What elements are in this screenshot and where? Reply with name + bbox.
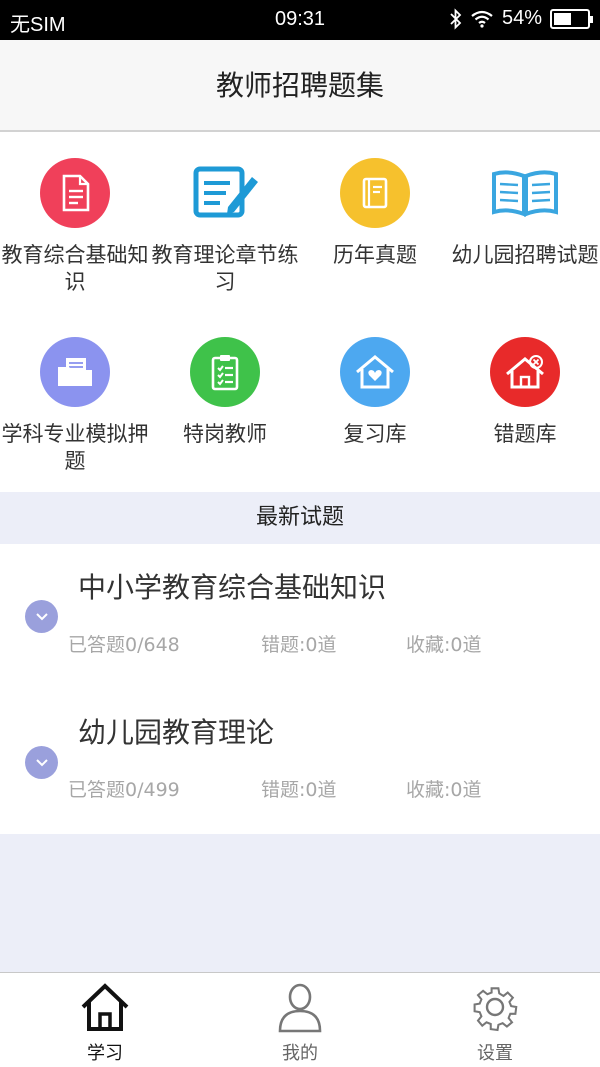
tile-label: 特岗教师 xyxy=(183,422,267,446)
wrong-count: 错题:0道 xyxy=(261,779,337,801)
question-bank-card[interactable]: 幼儿园教育理论 已答题0/499 错题:0道 收藏:0道 xyxy=(0,689,600,834)
tab-label: 我的 xyxy=(282,1043,318,1064)
category-grid: 教育综合基础知识 教育理论章节练习 历年真题 幼儿园招聘试题 学科专业模拟押题 … xyxy=(0,134,600,492)
wifi-icon xyxy=(471,10,493,28)
tile-special-teacher[interactable]: 特岗教师 xyxy=(150,337,300,448)
tab-label: 设置 xyxy=(477,1043,513,1064)
wrong-count: 错题:0道 xyxy=(261,634,337,656)
answered-count: 已答题0/648 xyxy=(68,634,180,656)
tile-basic-knowledge[interactable]: 教育综合基础知识 xyxy=(0,158,150,296)
tile-theory-practice[interactable]: 教育理论章节练习 xyxy=(150,158,300,296)
folder-icon xyxy=(40,337,110,407)
tab-mine[interactable]: 我的 xyxy=(200,973,400,1067)
question-bank-card[interactable]: 中小学教育综合基础知识 已答题0/648 错题:0道 收藏:0道 xyxy=(0,544,600,689)
tab-settings[interactable]: 设置 xyxy=(395,973,595,1067)
battery-icon xyxy=(550,8,593,29)
tile-label: 教育综合基础知识 xyxy=(1,243,149,294)
book-icon xyxy=(340,158,410,228)
expand-button[interactable] xyxy=(25,600,58,633)
clipboard-icon xyxy=(190,337,260,407)
battery-percent: 54% xyxy=(501,7,542,29)
app-header: 教师招聘题集 xyxy=(0,40,600,132)
tile-kindergarten[interactable]: 幼儿园招聘试题 xyxy=(450,158,600,269)
document-icon xyxy=(40,158,110,228)
chevron-down-icon xyxy=(35,612,48,620)
bank-name: 幼儿园教育理论 xyxy=(78,716,275,749)
open-book-icon xyxy=(490,158,560,228)
gear-icon xyxy=(473,987,518,1032)
page-title: 教师招聘题集 xyxy=(215,69,384,102)
home-heart-icon xyxy=(340,337,410,407)
tile-label: 历年真题 xyxy=(333,243,417,267)
tile-wrong-bank[interactable]: 错题库 xyxy=(450,337,600,448)
content-background xyxy=(0,834,600,972)
chevron-down-icon xyxy=(35,758,48,766)
tile-label: 学科专业模拟押题 xyxy=(1,422,149,473)
bank-name: 中小学教育综合基础知识 xyxy=(78,571,387,604)
tile-past-exams[interactable]: 历年真题 xyxy=(300,158,450,269)
tab-study[interactable]: 学习 xyxy=(5,973,205,1067)
tile-review-bank[interactable]: 复习库 xyxy=(300,337,450,448)
status-bar: 无SIM 09:31 54% xyxy=(0,0,600,40)
bottom-tab-bar: 学习 我的 设置 xyxy=(0,972,600,1067)
expand-button[interactable] xyxy=(25,746,58,779)
tile-subject-mock[interactable]: 学科专业模拟押题 xyxy=(0,337,150,475)
tile-label: 教育理论章节练习 xyxy=(151,243,299,294)
bluetooth-icon xyxy=(450,7,462,30)
favorites-count: 收藏:0道 xyxy=(406,779,482,801)
person-icon xyxy=(278,983,322,1033)
tile-label: 复习库 xyxy=(343,422,407,446)
edit-note-icon xyxy=(190,158,260,228)
favorites-count: 收藏:0道 xyxy=(406,634,482,656)
home-icon xyxy=(81,983,129,1031)
answered-count: 已答题0/499 xyxy=(68,779,180,801)
home-x-icon xyxy=(490,337,560,407)
section-title: 最新试题 xyxy=(0,492,600,544)
tile-label: 幼儿园招聘试题 xyxy=(451,243,599,267)
tile-label: 错题库 xyxy=(493,422,557,446)
status-icons: 54% xyxy=(450,7,593,30)
tab-label: 学习 xyxy=(87,1043,123,1064)
